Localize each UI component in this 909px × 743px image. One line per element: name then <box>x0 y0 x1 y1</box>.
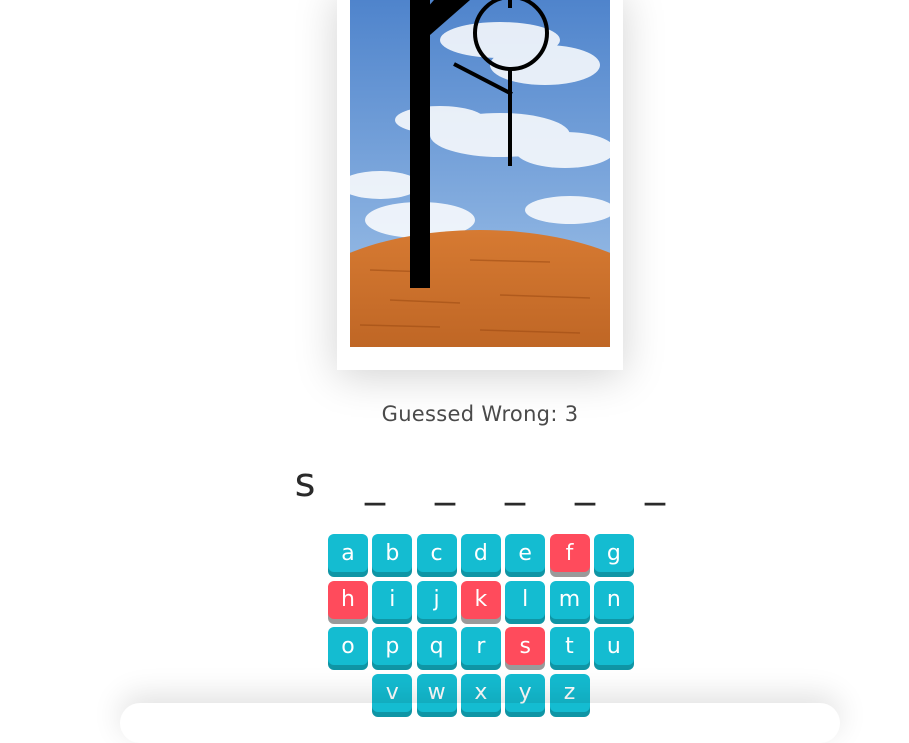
bottom-panel-shadow <box>120 703 840 743</box>
key-k[interactable]: k <box>460 580 501 619</box>
key-e[interactable]: e <box>505 534 546 572</box>
key-a[interactable]: a <box>328 534 368 572</box>
key-p[interactable]: p <box>372 627 413 665</box>
key-g[interactable]: g <box>593 534 634 572</box>
key-f[interactable]: f <box>549 534 590 572</box>
key-q[interactable]: q <box>416 627 457 665</box>
key-s[interactable]: s <box>505 627 546 665</box>
key-d[interactable]: d <box>460 534 501 572</box>
key-m[interactable]: m <box>549 580 590 619</box>
key-j[interactable]: j <box>416 580 457 619</box>
key-t[interactable]: t <box>549 627 590 665</box>
letter-keyboard: abcdefghijklmnopqrstuvwxyz <box>0 0 909 712</box>
key-u[interactable]: u <box>593 627 634 665</box>
key-r[interactable]: r <box>460 627 501 665</box>
key-n[interactable]: n <box>593 580 634 619</box>
key-l[interactable]: l <box>505 580 546 619</box>
key-o[interactable]: o <box>328 627 368 665</box>
key-c[interactable]: c <box>416 534 457 572</box>
key-h[interactable]: h <box>328 580 368 619</box>
key-b[interactable]: b <box>372 534 413 572</box>
key-i[interactable]: i <box>372 580 413 619</box>
